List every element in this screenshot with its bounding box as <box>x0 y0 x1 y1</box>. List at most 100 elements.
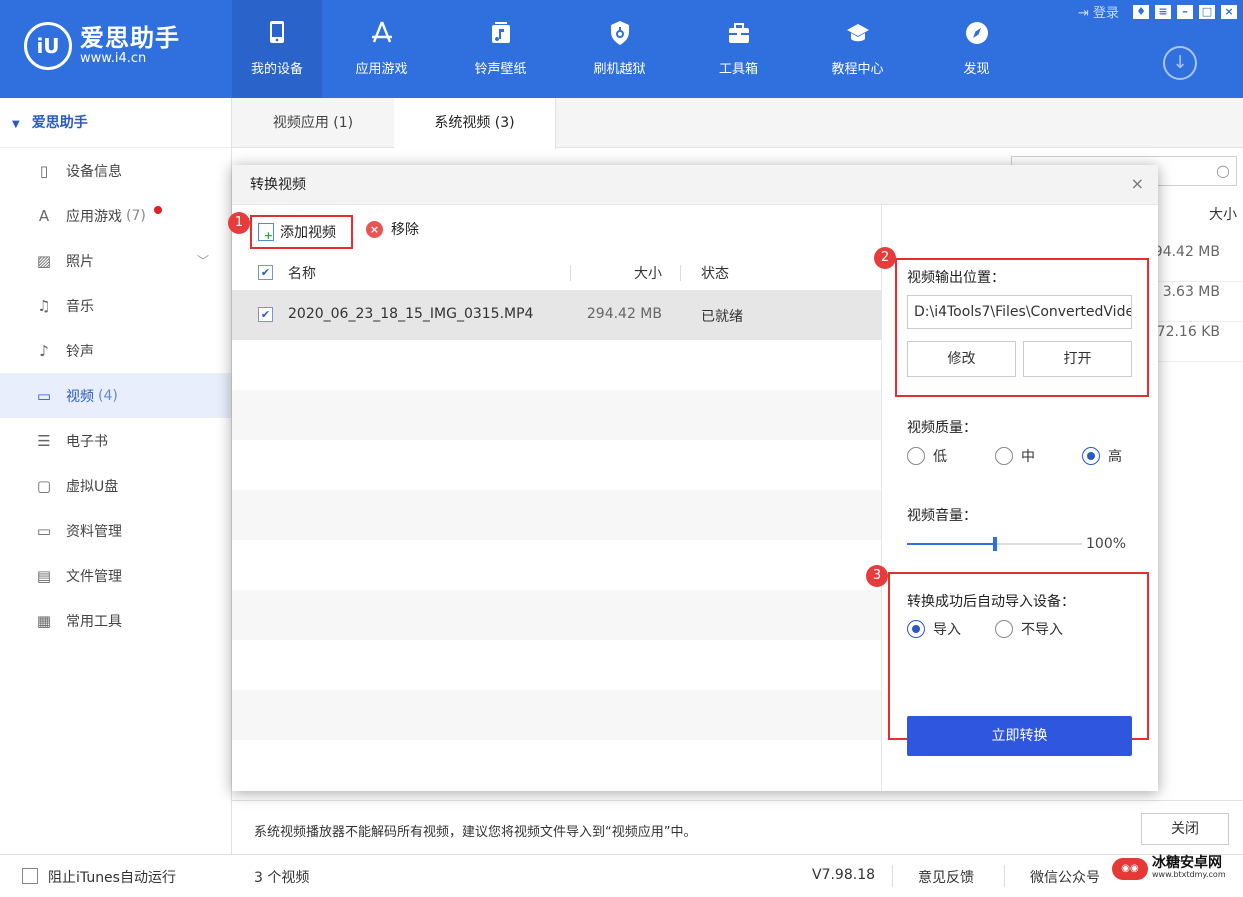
sidebar-item[interactable]: ▯ 设备信息 <box>0 148 231 193</box>
photo-icon: ▨ <box>36 251 52 270</box>
app-store-icon: A <box>38 206 50 225</box>
add-video-button[interactable]: + 添加视频 <box>250 215 353 249</box>
dialog-close-icon[interactable]: × <box>1131 174 1144 193</box>
import-radio[interactable]: 导入 <box>907 619 961 639</box>
nav-label: 应用游戏 <box>355 62 408 77</box>
music-note-icon <box>491 22 510 43</box>
tip-bar: 系统视频播放器不能解码所有视频，建议您将视频文件导入到“视频应用”中。 关闭 <box>232 800 1243 854</box>
watermark: ◉◉ 冰糖安卓网 www.btxtdmy.com <box>1112 855 1226 881</box>
row-checkbox[interactable]: ✔ <box>258 307 273 322</box>
sidebar-item[interactable]: ▦ 常用工具 <box>0 598 231 643</box>
auto-import-label: 转换成功后自动导入设备： <box>907 594 1075 610</box>
close-window-button[interactable]: × <box>1221 4 1237 19</box>
sidebar-item-label: 音乐 <box>66 298 94 315</box>
volume-handle[interactable] <box>992 537 997 551</box>
maximize-button[interactable]: □ <box>1199 4 1215 19</box>
remove-button[interactable]: × 移除 <box>366 219 419 239</box>
open-button[interactable]: 打开 <box>1023 341 1132 377</box>
empty-row <box>232 440 881 490</box>
minimize-button[interactable]: – <box>1177 4 1193 19</box>
quality-high-radio[interactable]: 高 <box>1082 446 1122 466</box>
version-label: V7.98.18 <box>812 867 876 883</box>
sidebar-item[interactable]: ▤ 文件管理 <box>0 553 231 598</box>
toolbox-icon <box>728 23 749 43</box>
sidebar-item[interactable]: ☰ 电子书 <box>0 418 231 463</box>
sidebar-item[interactable]: ▢ 虚拟U盘 <box>0 463 231 508</box>
radio-selected-icon <box>1082 447 1100 465</box>
sidebar-item[interactable]: ▭ 资料管理 <box>0 508 231 553</box>
divider <box>892 865 893 887</box>
select-all-checkbox[interactable]: ✔ <box>258 265 273 280</box>
login-icon: ⇥ <box>1077 6 1089 21</box>
wechat-link[interactable]: 微信公众号 <box>1030 867 1100 887</box>
dialog-title: 转换视频 <box>232 165 1158 205</box>
nav-tutorials[interactable]: 教程中心 <box>798 0 917 98</box>
download-icon[interactable]: ↓ <box>1163 46 1197 80</box>
window-controls: ⇥ 登录 ♦ ≡ – □ × <box>1078 2 1237 21</box>
nav-apps-games[interactable]: 应用游戏 <box>322 0 441 98</box>
skin-icon[interactable]: ♦ <box>1133 4 1149 19</box>
tab-system-videos[interactable]: 系统视频 (3) <box>394 98 556 149</box>
empty-row <box>232 490 881 540</box>
quality-label: 视频质量： <box>907 420 977 436</box>
file-status: 已就绪 <box>701 309 743 325</box>
tab-video-apps[interactable]: 视频应用 (1) <box>232 98 394 148</box>
sidebar-header[interactable]: ▼ 爱思助手 <box>0 98 231 148</box>
login-link[interactable]: ⇥ 登录 <box>1078 2 1119 21</box>
sidebar-item[interactable]: ♫ 音乐 <box>0 283 231 328</box>
empty-row <box>232 540 881 590</box>
menu-icon[interactable]: ≡ <box>1155 4 1171 19</box>
quality-medium-radio[interactable]: 中 <box>995 446 1035 466</box>
step-badge: 3 <box>866 565 888 587</box>
volume-slider[interactable] <box>907 537 1082 551</box>
nav-ringtones-wallpapers[interactable]: 铃声壁纸 <box>441 0 560 98</box>
size-column-header: 大小 <box>1209 207 1237 223</box>
compass-icon <box>965 22 988 44</box>
main-nav: 我的设备 应用游戏 铃声壁纸 刷机越狱 工具箱 教程中心 发现 <box>232 0 1036 98</box>
volume-fill <box>907 543 995 545</box>
sidebar-item[interactable]: ▭ 视频 (4) <box>0 373 231 418</box>
book-icon: ☰ <box>37 431 51 450</box>
quality-low-radio[interactable]: 低 <box>907 446 947 466</box>
file-size: 294.42 MB <box>586 306 662 322</box>
sidebar: ▼ 爱思助手 ▯ 设备信息 A 应用游戏 (7) ▨ 照片 ﹀ ♫ 音乐 ♪ 铃声 ▭ 视频 (4) ☰ 电子书 ▢… <box>0 98 232 854</box>
feedback-link[interactable]: 意见反馈 <box>918 867 974 887</box>
nav-flash-jailbreak[interactable]: 刷机越狱 <box>560 0 679 98</box>
close-button[interactable]: 关闭 <box>1141 813 1229 845</box>
app-store-icon <box>371 21 392 43</box>
empty-row <box>232 390 881 440</box>
sidebar-item-label: 设备信息 <box>66 163 122 180</box>
step-badge: 2 <box>874 247 896 269</box>
logo-name: 爱思助手 <box>80 24 180 52</box>
output-location-label: 视频输出位置： <box>907 270 1005 286</box>
modify-button[interactable]: 修改 <box>907 341 1016 377</box>
table-row[interactable]: ✔ 2020_06_23_18_15_IMG_0315.MP4 294.42 M… <box>232 290 881 340</box>
block-itunes-checkbox[interactable] <box>22 868 38 884</box>
divider <box>680 265 681 281</box>
sidebar-item[interactable]: ▨ 照片 ﹀ <box>0 238 231 283</box>
sidebar-item-label: 文件管理 <box>66 568 122 585</box>
nav-discover[interactable]: 发现 <box>917 0 1036 98</box>
settings-pane: 2 视频输出位置： D:\i4Tools7\Files\ConvertedVid… <box>866 205 1158 791</box>
add-file-icon: + <box>258 223 274 242</box>
file-rows: ✔ 2020_06_23_18_15_IMG_0315.MP4 294.42 M… <box>232 290 881 791</box>
nav-my-device[interactable]: 我的设备 <box>232 0 322 98</box>
nav-toolbox[interactable]: 工具箱 <box>679 0 798 98</box>
step-badge: 1 <box>228 212 250 234</box>
watermark-logo-icon: ◉◉ <box>1112 858 1148 880</box>
sidebar-item[interactable]: ♪ 铃声 <box>0 328 231 373</box>
radio-icon <box>907 447 925 465</box>
watermark-title: 冰糖安卓网 <box>1152 855 1222 871</box>
chevron-down-icon[interactable]: ﹀ <box>197 252 209 269</box>
sidebar-item-label: 电子书 <box>66 433 108 450</box>
sidebar-item-label: 应用游戏 <box>66 208 122 225</box>
convert-now-button[interactable]: 立即转换 <box>907 716 1132 756</box>
volume-value: 100% <box>1086 536 1127 552</box>
music-icon: ♫ <box>37 296 51 315</box>
no-import-radio[interactable]: 不导入 <box>995 619 1063 639</box>
sidebar-item[interactable]: A 应用游戏 (7) <box>0 193 231 238</box>
graduation-cap-icon <box>846 24 869 42</box>
folder-icon: ▭ <box>36 521 52 540</box>
output-path-field[interactable]: D:\i4Tools7\Files\ConvertedVideo <box>907 295 1132 329</box>
tab-bar: 视频应用 (1) 系统视频 (3) <box>232 98 1243 149</box>
